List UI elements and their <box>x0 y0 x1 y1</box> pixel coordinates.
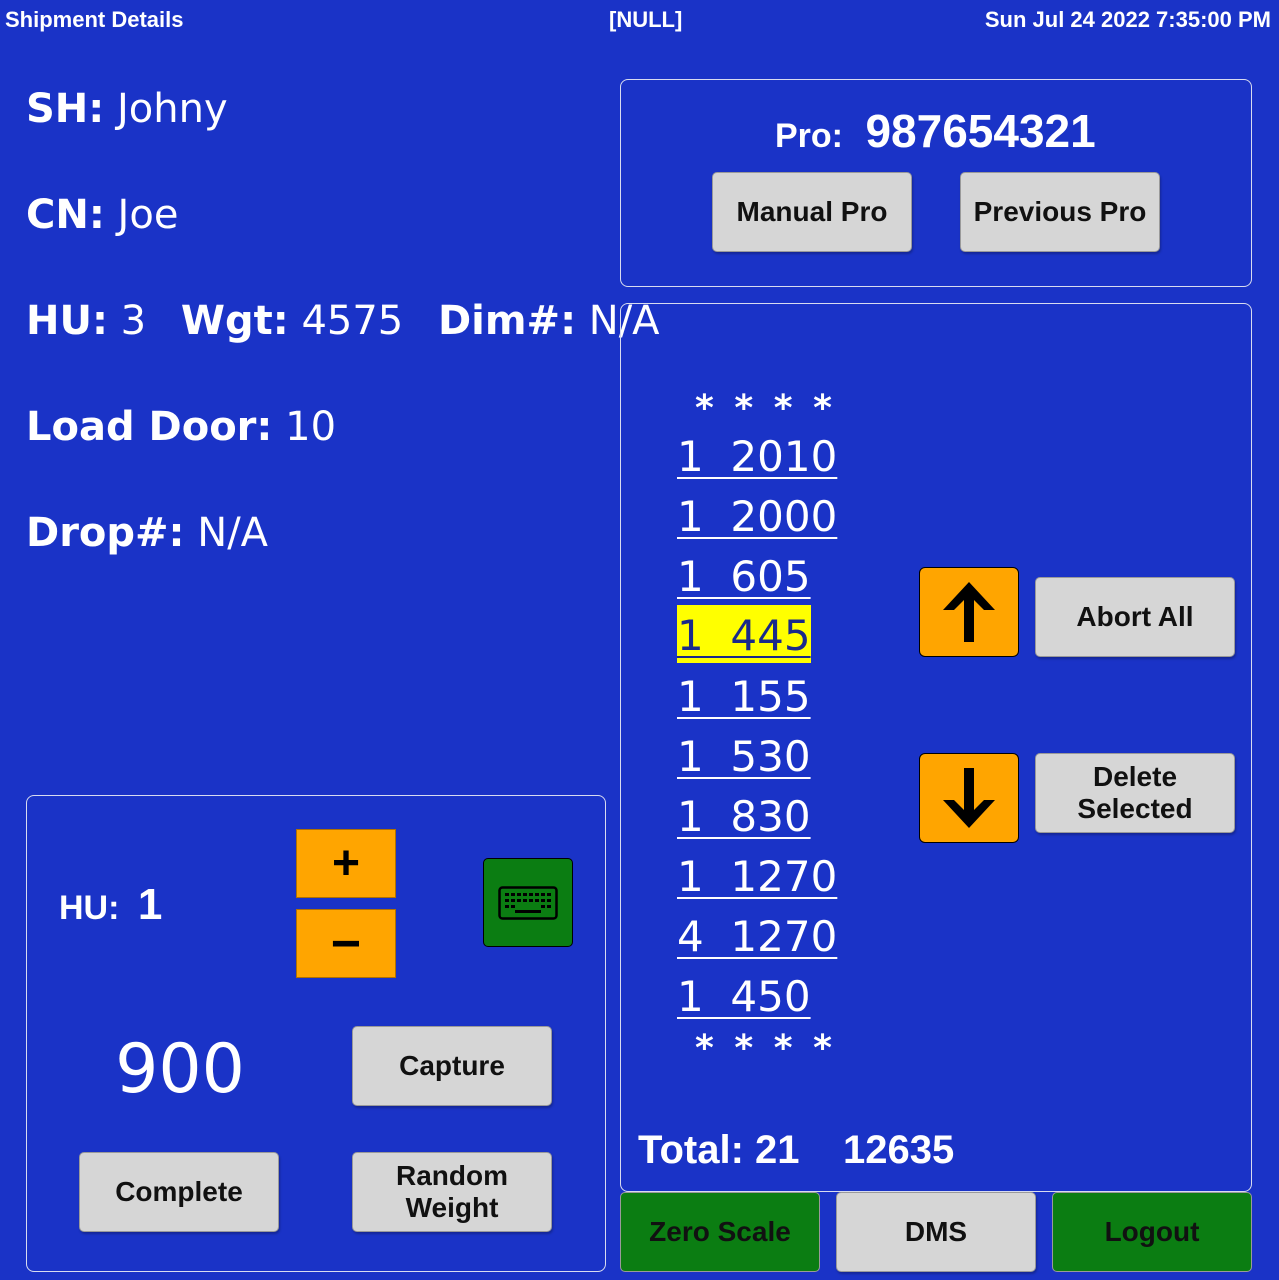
list-item[interactable]: 1 1270 <box>677 851 837 909</box>
dms-button[interactable]: DMS <box>836 1192 1036 1272</box>
list-bottom-marker: * * * * <box>695 1028 836 1069</box>
plus-icon: + <box>331 837 361 890</box>
page-title: Shipment Details <box>5 7 184 32</box>
keyboard-button[interactable] <box>483 858 573 947</box>
pro-number: 987654321 <box>865 105 1096 157</box>
total-weight: 12635 <box>843 1128 955 1172</box>
complete-button[interactable]: Complete <box>79 1152 279 1232</box>
arrow-down-icon <box>943 768 995 828</box>
random-weight-button[interactable]: Random Weight <box>352 1152 552 1232</box>
load-door-value: 10 <box>285 404 337 450</box>
drop-label: Drop#: <box>26 510 185 556</box>
zero-scale-button[interactable]: Zero Scale <box>620 1192 820 1272</box>
abort-all-button[interactable]: Abort All <box>1035 577 1235 657</box>
increment-button[interactable]: + <box>296 829 396 898</box>
drop-value: N/A <box>197 510 269 556</box>
load-door-label: Load Door: <box>26 404 273 450</box>
arrow-up-icon <box>943 582 995 642</box>
capture-button[interactable]: Capture <box>352 1026 552 1106</box>
minus-icon: − <box>330 914 362 973</box>
list-item[interactable]: 4 1270 <box>677 911 837 969</box>
list-item[interactable]: 1 830 <box>677 791 811 849</box>
list-top-marker: * * * * <box>695 388 836 429</box>
manual-pro-button[interactable]: Manual Pro <box>712 172 912 252</box>
datetime-display: Sun Jul 24 2022 7:35:00 PM <box>984 7 1271 32</box>
pro-label: Pro: <box>775 117 843 155</box>
drop-line: Drop#: N/A <box>26 510 268 556</box>
status-indicator: [NULL] <box>609 7 683 32</box>
weight-value: 4575 <box>301 298 404 344</box>
delete-selected-button[interactable]: Delete Selected <box>1035 753 1235 833</box>
load-door-line: Load Door: 10 <box>26 404 336 450</box>
hu-weight-dim-line: HU: 3 Wgt: 4575 Dim#: N/A <box>26 298 660 344</box>
hu-count-display: HU: 1 <box>59 880 162 930</box>
list-item[interactable]: 1 605 <box>677 551 811 609</box>
dim-label: Dim#: <box>437 298 577 344</box>
shipper-line: SH: Johny <box>26 86 228 132</box>
capture-hu-value: 1 <box>137 880 163 929</box>
hu-label: HU: <box>26 298 108 344</box>
move-down-button[interactable] <box>919 753 1019 843</box>
weight-label: Wgt: <box>180 298 289 344</box>
list-item[interactable]: 1 155 <box>677 671 811 729</box>
list-item[interactable]: 1 2000 <box>677 491 837 549</box>
previous-pro-button[interactable]: Previous Pro <box>960 172 1160 252</box>
total-count: Total: 21 <box>638 1128 800 1172</box>
scale-weight-display: 900 <box>115 1030 245 1109</box>
list-item-selected[interactable]: 1 445 <box>677 605 811 663</box>
logout-button[interactable]: Logout <box>1052 1192 1252 1272</box>
consignee-value: Joe <box>117 192 179 238</box>
keyboard-icon <box>498 885 558 920</box>
shipper-value: Johny <box>117 86 228 132</box>
list-item[interactable]: 1 450 <box>677 971 811 1029</box>
capture-hu-label: HU: <box>59 889 120 927</box>
shipper-label: SH: <box>26 86 105 132</box>
hu-value: 3 <box>120 298 147 344</box>
list-item[interactable]: 1 2010 <box>677 431 837 489</box>
decrement-button[interactable]: − <box>296 909 396 978</box>
move-up-button[interactable] <box>919 567 1019 657</box>
pro-display: Pro: 987654321 <box>775 104 1096 158</box>
list-item[interactable]: 1 530 <box>677 731 811 789</box>
consignee-label: CN: <box>26 192 105 238</box>
consignee-line: CN: Joe <box>26 192 178 238</box>
